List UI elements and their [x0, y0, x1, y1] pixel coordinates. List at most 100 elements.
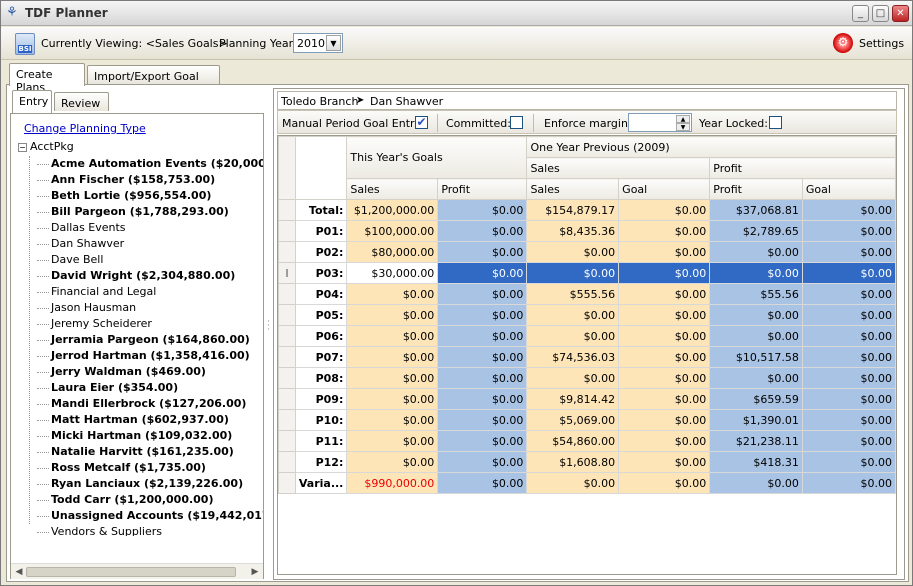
- row-header[interactable]: [278, 409, 296, 431]
- grid-cell[interactable]: $0.00: [346, 283, 439, 305]
- column-header[interactable]: Profit: [709, 178, 803, 200]
- manual-entry-checkbox[interactable]: ✔: [415, 116, 428, 129]
- grid-cell[interactable]: $0.00: [437, 409, 528, 431]
- tree-item[interactable]: Mandi Ellerbrock ($127,206.00): [11, 396, 263, 412]
- chevron-down-icon[interactable]: ▼: [326, 35, 341, 51]
- grid-cell[interactable]: $0.00: [346, 346, 439, 368]
- committed-checkbox[interactable]: [510, 116, 523, 129]
- grid-cell[interactable]: $0.00: [437, 220, 528, 242]
- grid-cell[interactable]: $0.00: [437, 283, 528, 305]
- row-header[interactable]: [278, 199, 296, 221]
- planning-year-select[interactable]: 2010 ▼: [293, 33, 343, 53]
- column-header[interactable]: Sales: [526, 178, 620, 200]
- maximize-button[interactable]: □: [872, 5, 889, 22]
- tree-item[interactable]: Jerrod Hartman ($1,358,416.00): [11, 348, 263, 364]
- grid-cell[interactable]: $1,200,000.00: [346, 199, 439, 221]
- tree-item[interactable]: Ryan Lanciaux ($2,139,226.00): [11, 476, 263, 492]
- spin-up-icon[interactable]: ▲: [676, 115, 690, 123]
- tree-item[interactable]: Beth Lortie ($956,554.00): [11, 188, 263, 204]
- grid-cell[interactable]: $0.00: [346, 430, 439, 452]
- row-header[interactable]: [278, 283, 296, 305]
- tree-item[interactable]: Jeremy Scheiderer: [11, 316, 263, 332]
- column-header[interactable]: Goal: [801, 178, 896, 200]
- tree-item-label: Micki Hartman ($109,032.00): [51, 429, 233, 442]
- grid-cell[interactable]: $0.00: [346, 409, 439, 431]
- tree-item[interactable]: Vendors & Suppliers: [11, 524, 263, 536]
- tree-item[interactable]: Micki Hartman ($109,032.00): [11, 428, 263, 444]
- grid-cell[interactable]: $0.00: [437, 325, 528, 347]
- tree-item[interactable]: Todd Carr ($1,200,000.00): [11, 492, 263, 508]
- tree-item[interactable]: Jerry Waldman ($469.00): [11, 364, 263, 380]
- settings-button[interactable]: ⚙ Settings: [833, 32, 904, 55]
- year-locked-checkbox[interactable]: [769, 116, 782, 129]
- grid-cell[interactable]: $30,000.00: [346, 262, 439, 284]
- grid-cell[interactable]: $0.00: [346, 451, 439, 473]
- horizontal-scrollbar[interactable]: ◀ ▶: [11, 563, 263, 579]
- grid-cell[interactable]: $0.00: [437, 388, 528, 410]
- grid-cell[interactable]: $0.00: [437, 451, 528, 473]
- tree-item[interactable]: Jerramia Pargeon ($164,860.00): [11, 332, 263, 348]
- grid-cell[interactable]: $0.00: [346, 388, 439, 410]
- grid-cell[interactable]: $0.00: [437, 262, 528, 284]
- row-header[interactable]: [278, 388, 296, 410]
- table-row: I P03: $30,000.00 $0.00 $0.00 $0.00 $0.00 $0.00: [278, 262, 896, 284]
- row-header[interactable]: [278, 304, 296, 326]
- row-header[interactable]: [278, 451, 296, 473]
- row-header[interactable]: I: [278, 262, 296, 284]
- tree-item[interactable]: Natalie Harvitt ($161,235.00): [11, 444, 263, 460]
- tree-item[interactable]: David Wright ($2,304,880.00): [11, 268, 263, 284]
- grid-cell[interactable]: $80,000.00: [346, 241, 439, 263]
- tree-item[interactable]: Dave Bell: [11, 252, 263, 268]
- tree-item[interactable]: Dallas Events: [11, 220, 263, 236]
- tree-root[interactable]: − AcctPkg: [18, 140, 74, 153]
- grid-cell[interactable]: $0.00: [437, 346, 528, 368]
- grid-cell[interactable]: $0.00: [437, 367, 528, 389]
- grid-cell[interactable]: $0.00: [437, 304, 528, 326]
- grid-cell[interactable]: $0.00: [437, 241, 528, 263]
- spin-down-icon[interactable]: ▼: [676, 123, 690, 131]
- grid-cell[interactable]: $990,000.00: [346, 472, 439, 494]
- grid-cell[interactable]: $0.00: [346, 367, 439, 389]
- grid-cell[interactable]: $0.00: [346, 325, 439, 347]
- minimize-button[interactable]: _: [852, 5, 869, 22]
- tree-item[interactable]: Bill Pargeon ($1,788,293.00): [11, 204, 263, 220]
- tree-item[interactable]: Ann Fischer ($158,753.00): [11, 172, 263, 188]
- close-button[interactable]: ✕: [892, 5, 909, 22]
- row-header[interactable]: [278, 220, 296, 242]
- tree-item[interactable]: Ross Metcalf ($1,735.00): [11, 460, 263, 476]
- panel-splitter[interactable]: · · ·: [267, 318, 271, 340]
- column-header[interactable]: Goal: [618, 178, 711, 200]
- scroll-left-icon[interactable]: ◀: [13, 566, 25, 578]
- grid-cell[interactable]: $0.00: [437, 430, 528, 452]
- breadcrumb-branch[interactable]: Toledo Branch: [281, 95, 358, 108]
- tab-review[interactable]: Review: [54, 92, 109, 111]
- tree-item[interactable]: Financial and Legal: [11, 284, 263, 300]
- grid-cell[interactable]: $0.00: [437, 472, 528, 494]
- tree-item[interactable]: Matt Hartman ($602,937.00): [11, 412, 263, 428]
- row-header[interactable]: [278, 241, 296, 263]
- tree-item[interactable]: Dan Shawver: [11, 236, 263, 252]
- row-header[interactable]: [278, 346, 296, 368]
- grid-cell[interactable]: $0.00: [437, 199, 528, 221]
- row-header[interactable]: [278, 430, 296, 452]
- breadcrumb-person[interactable]: Dan Shawver: [370, 95, 443, 108]
- row-header[interactable]: [278, 367, 296, 389]
- scroll-right-icon[interactable]: ▶: [249, 566, 261, 578]
- column-header[interactable]: Sales: [346, 178, 439, 200]
- tree-item[interactable]: Laura Eier ($354.00): [11, 380, 263, 396]
- grid-cell[interactable]: $0.00: [346, 304, 439, 326]
- tab-create-plans[interactable]: Create Plans: [9, 63, 85, 94]
- grid-cell[interactable]: $100,000.00: [346, 220, 439, 242]
- enforce-margin-spinner[interactable]: ▲ ▼: [628, 113, 692, 132]
- tree-item[interactable]: Jason Hausman: [11, 300, 263, 316]
- row-header[interactable]: [278, 325, 296, 347]
- scroll-thumb[interactable]: [26, 567, 236, 577]
- tab-import-export[interactable]: Import/Export Goal Data: [87, 65, 220, 96]
- row-header[interactable]: [278, 472, 296, 494]
- column-header[interactable]: Profit: [437, 178, 528, 200]
- tree-item[interactable]: Acme Automation Events ($20,000.00): [11, 156, 263, 172]
- tree-item[interactable]: Unassigned Accounts ($19,442,017.00): [11, 508, 263, 524]
- collapse-icon[interactable]: −: [18, 142, 27, 152]
- tab-entry[interactable]: Entry: [12, 90, 52, 113]
- change-planning-type-link[interactable]: Change Planning Type: [24, 122, 146, 135]
